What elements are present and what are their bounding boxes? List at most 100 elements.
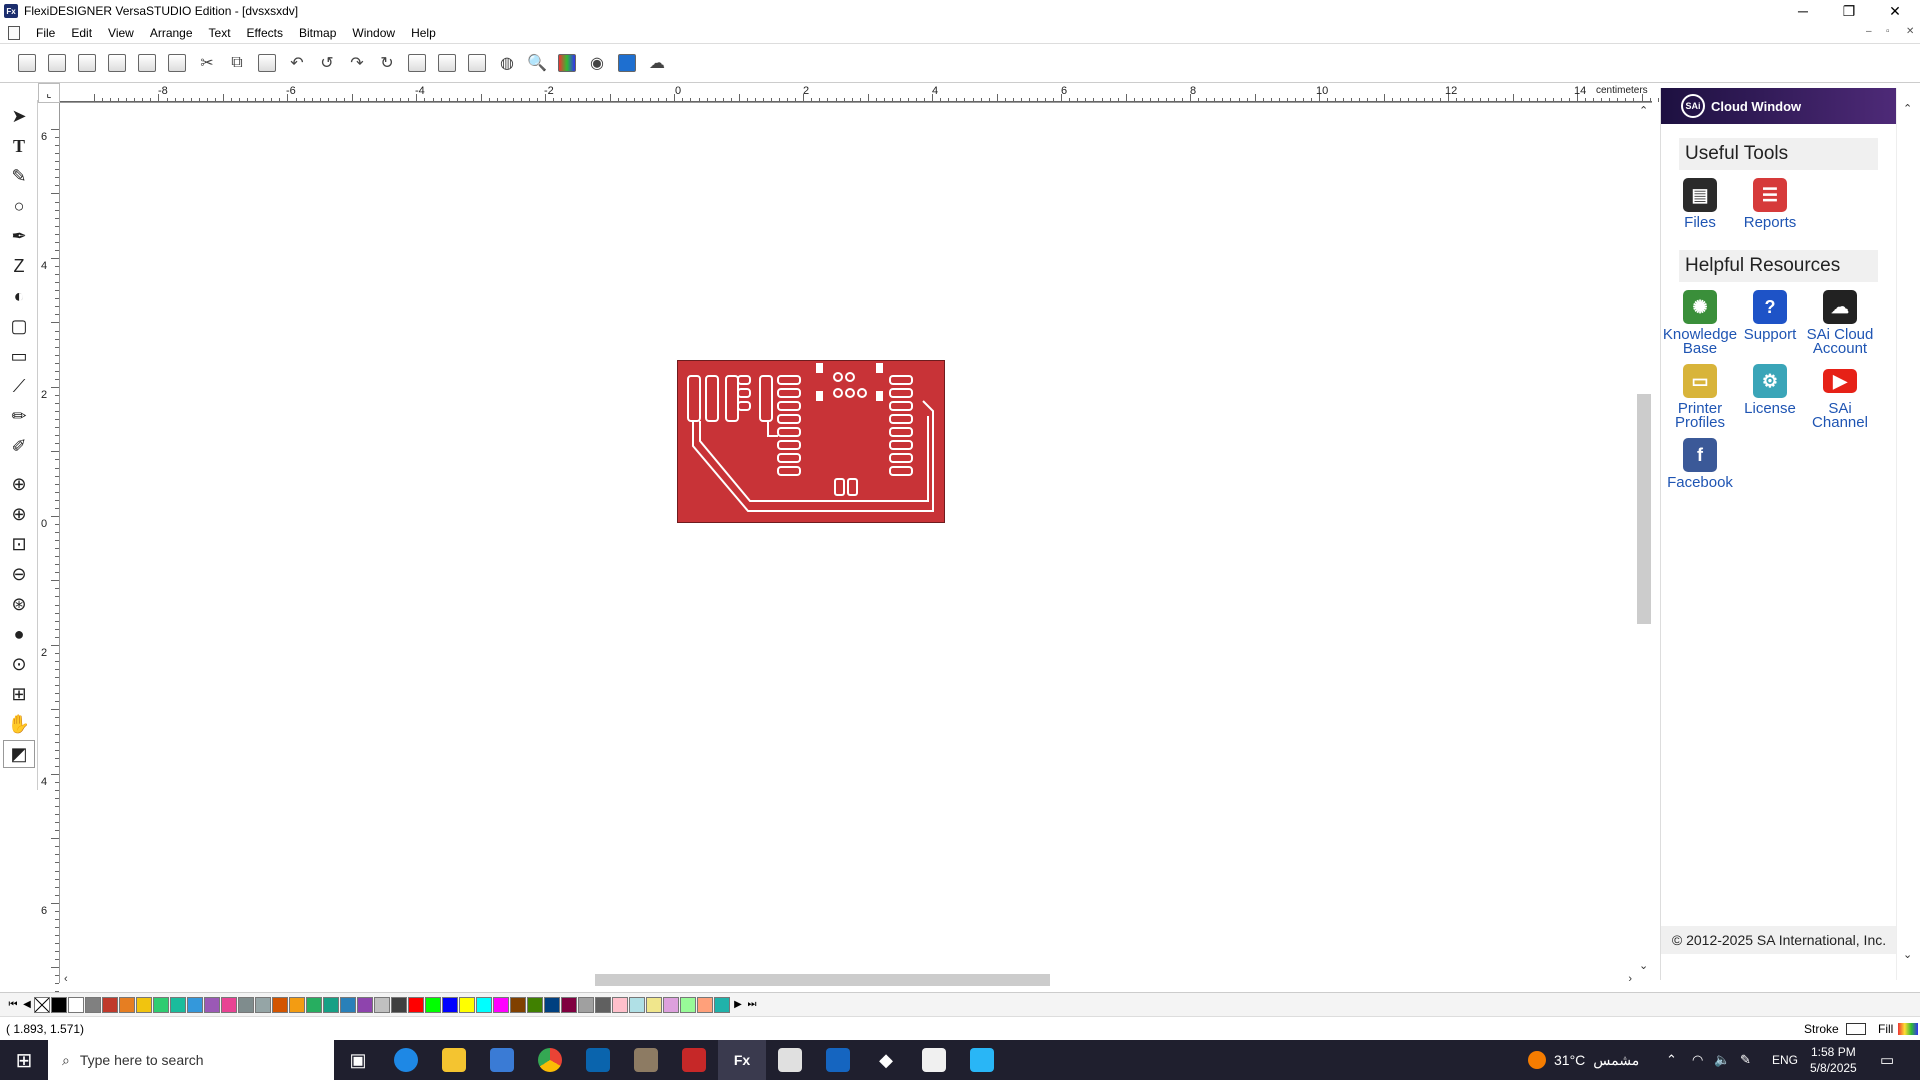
redo-icon[interactable]: ↷	[344, 50, 370, 76]
show-hidden-icons-icon[interactable]: ⌃	[1666, 1052, 1677, 1068]
color-swatch[interactable]	[204, 996, 220, 1013]
design-canvas[interactable]	[60, 104, 1638, 972]
edge-icon[interactable]	[382, 1040, 430, 1080]
zoom-page-icon[interactable]: ⊡	[3, 530, 35, 558]
versaworks-app-icon[interactable]	[814, 1040, 862, 1080]
palette-last-icon[interactable]: ⏭	[745, 997, 759, 1013]
zoom-selection-icon[interactable]: ⊞	[3, 680, 35, 708]
taskbar-search[interactable]: ⌕ Type here to search	[48, 1040, 334, 1080]
color-swatch[interactable]	[340, 996, 356, 1013]
menu-text[interactable]: Text	[201, 26, 239, 40]
color-swatch[interactable]	[680, 996, 696, 1013]
document-icon[interactable]	[8, 25, 20, 40]
mdi-minimize-icon[interactable]: –	[1866, 26, 1872, 37]
redo-multi-icon[interactable]: ↻	[374, 50, 400, 76]
color-swatch[interactable]	[646, 996, 662, 1013]
menu-effects[interactable]: Effects	[239, 26, 291, 40]
chrome-icon[interactable]	[526, 1040, 574, 1080]
windows-start-icon[interactable]: ⊞	[0, 1040, 48, 1080]
color-swatch[interactable]	[476, 996, 492, 1013]
color-swatch[interactable]	[459, 996, 475, 1013]
color-swatch[interactable]	[136, 996, 152, 1013]
cad-app-icon[interactable]	[670, 1040, 718, 1080]
color-swatch[interactable]	[425, 996, 441, 1013]
view-mode-icon[interactable]: ◩	[3, 740, 35, 768]
color-swatch[interactable]	[697, 996, 713, 1013]
flexi-app-icon[interactable]: Fx	[718, 1040, 766, 1080]
vertical-scrollbar[interactable]: ⌃ ⌄	[1636, 104, 1652, 972]
utility-app-icon[interactable]	[910, 1040, 958, 1080]
menu-file[interactable]: File	[28, 26, 63, 40]
palette-next-icon[interactable]: ▶	[731, 997, 745, 1013]
fill-tool-icon[interactable]: ◐	[3, 282, 35, 310]
menu-edit[interactable]: Edit	[63, 26, 100, 40]
vertical-scroll-thumb[interactable]	[1637, 394, 1651, 624]
color-swatch[interactable]	[374, 996, 390, 1013]
stroke-indicator-icon[interactable]	[1846, 1022, 1866, 1035]
zoom-out-icon[interactable]: ⊖	[3, 560, 35, 588]
cloud-scroll-down-icon[interactable]: ⌄	[1903, 948, 1912, 961]
pan-hand-icon[interactable]: ✋	[3, 710, 35, 738]
color-swatch[interactable]	[306, 996, 322, 1013]
save-as-icon[interactable]	[104, 50, 130, 76]
cloud-window-scrollbar[interactable]: ⌃ ⌄	[1896, 88, 1918, 980]
paint-app-icon[interactable]	[958, 1040, 1006, 1080]
zoom-region-icon[interactable]: ⊕	[3, 470, 35, 498]
close-button[interactable]: ✕	[1872, 0, 1918, 22]
measure-tool-icon[interactable]: ▭	[3, 342, 35, 370]
production-manager-app-icon[interactable]	[766, 1040, 814, 1080]
printer-profiles-tile[interactable]: ▭ Printer Profiles	[1665, 364, 1735, 430]
scroll-down-icon[interactable]: ⌄	[1639, 959, 1648, 972]
scroll-right-icon[interactable]: ›	[1628, 973, 1632, 985]
pen-tool-icon[interactable]: ✒	[3, 222, 35, 250]
reports-tile[interactable]: ☰ Reports	[1735, 178, 1805, 230]
production-manager-icon[interactable]	[614, 50, 640, 76]
color-swatch[interactable]	[561, 996, 577, 1013]
menu-arrange[interactable]: Arrange	[142, 26, 201, 40]
horizontal-scroll-thumb[interactable]	[595, 974, 1050, 986]
sai-channel-tile[interactable]: ▶ SAi Channel	[1805, 364, 1875, 430]
color-swatch[interactable]	[493, 996, 509, 1013]
facebook-tile[interactable]: f Facebook	[1665, 438, 1735, 490]
menu-view[interactable]: View	[100, 26, 142, 40]
zoom-tool-icon[interactable]: 🔍	[524, 50, 550, 76]
color-swatch[interactable]	[629, 996, 645, 1013]
color-swatch[interactable]	[272, 996, 288, 1013]
color-swatch[interactable]	[238, 996, 254, 1013]
save-icon[interactable]	[74, 50, 100, 76]
color-swatch[interactable]	[391, 996, 407, 1013]
menu-bitmap[interactable]: Bitmap	[291, 26, 344, 40]
store-icon[interactable]	[478, 1040, 526, 1080]
inkscape-app-icon[interactable]: ◆	[862, 1040, 910, 1080]
scroll-left-icon[interactable]: ‹	[64, 973, 68, 985]
palette-prev-icon[interactable]: ◀	[20, 997, 34, 1013]
pencil-tool-icon[interactable]: ✏	[3, 402, 35, 430]
select-tool-icon[interactable]: ➤	[3, 102, 35, 130]
freehand-tool-icon[interactable]: Z	[3, 252, 35, 280]
pcb-artwork[interactable]	[677, 360, 945, 523]
scroll-up-icon[interactable]: ⌃	[1639, 104, 1648, 117]
mdi-close-icon[interactable]: ✕	[1906, 26, 1914, 37]
language-indicator[interactable]: ENG	[1772, 1053, 1798, 1067]
palette-first-icon[interactable]: ⏮	[6, 997, 20, 1013]
ruler-origin-icon[interactable]: ⌞	[38, 83, 60, 103]
menu-window[interactable]: Window	[344, 26, 403, 40]
network-icon[interactable]: ◠	[1692, 1052, 1703, 1068]
color-swatch[interactable]	[289, 996, 305, 1013]
files-tile[interactable]: ▤ Files	[1665, 178, 1735, 230]
menu-help[interactable]: Help	[403, 26, 444, 40]
outlook-icon[interactable]	[574, 1040, 622, 1080]
color-swatch[interactable]	[578, 996, 594, 1013]
color-swatch[interactable]	[102, 996, 118, 1013]
mdi-restore-icon[interactable]: ▫	[1886, 26, 1890, 37]
zoom-previous-icon[interactable]: ●	[3, 620, 35, 648]
clock[interactable]: 1:58 PM 5/8/2025	[1810, 1044, 1857, 1076]
minimize-button[interactable]: ─	[1780, 0, 1826, 22]
zoom-in-icon[interactable]: ⊕	[3, 500, 35, 528]
cloud-icon[interactable]: ☁	[644, 50, 670, 76]
color-swatch[interactable]	[510, 996, 526, 1013]
new-file-icon[interactable]	[14, 50, 40, 76]
color-swatch[interactable]	[442, 996, 458, 1013]
knowledge-base-tile[interactable]: ✺ Knowledge Base	[1663, 290, 1737, 356]
archive-app-icon[interactable]	[622, 1040, 670, 1080]
